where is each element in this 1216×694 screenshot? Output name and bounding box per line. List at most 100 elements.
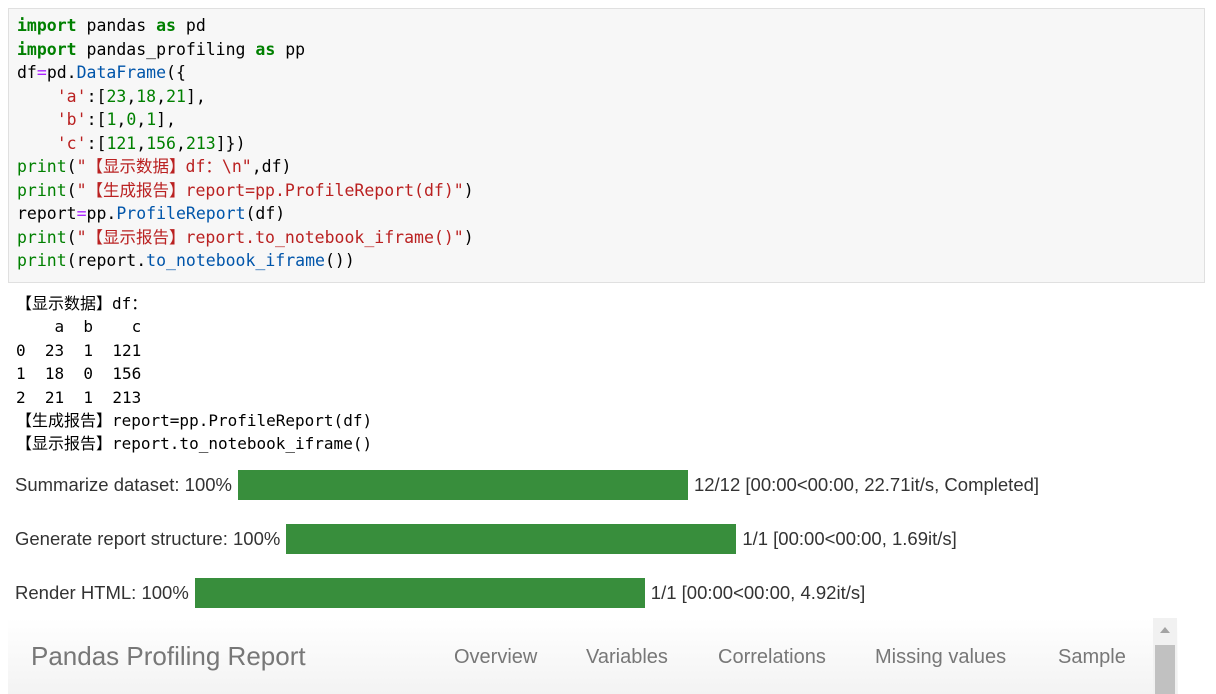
punctuation: , xyxy=(176,133,186,153)
punctuation: ( xyxy=(66,180,77,200)
builtin-function: print xyxy=(17,180,67,200)
punctuation: :[ xyxy=(86,110,107,129)
code-line: 'b':[1,0,1], xyxy=(17,108,1204,132)
punctuation: ({ xyxy=(166,63,186,82)
nav-variables[interactable]: Variables xyxy=(586,646,668,669)
progress-render: Render HTML: 100% 1/1 [00:00<00:00, 4.92… xyxy=(15,578,865,608)
code-line: 'a':[23,18,21], xyxy=(17,85,1204,109)
number: 121 xyxy=(106,133,137,153)
function-name: to_notebook_iframe xyxy=(146,251,325,270)
code-line: import pandas_profiling as pp xyxy=(17,38,1204,62)
punctuation: ], xyxy=(185,86,206,106)
progress-status: 1/1 [00:00<00:00, 4.92it/s] xyxy=(650,582,866,603)
output-line: 1 18 0 156 xyxy=(16,364,142,384)
progress-label: Summarize dataset: 100% xyxy=(15,474,232,495)
punctuation: ) xyxy=(463,227,474,247)
output-line: 【显示报告】report.to_notebook_iframe() xyxy=(16,434,373,454)
nav-missing-values[interactable]: Missing values xyxy=(875,646,1006,669)
keyword: as xyxy=(156,16,176,35)
code-line: print(report.to_notebook_iframe()) xyxy=(17,249,1204,273)
iframe-scrollbar[interactable] xyxy=(1153,618,1177,694)
code-cell[interactable]: import pandas as pd import pandas_profil… xyxy=(8,8,1205,283)
punctuation: ], xyxy=(156,110,176,129)
number: 23 xyxy=(106,86,127,106)
code-line: df=pd.DataFrame({ xyxy=(17,61,1204,85)
alias: pp xyxy=(275,39,306,59)
builtin-function: print xyxy=(17,157,67,176)
progress-label: Render HTML: 100% xyxy=(15,582,189,603)
progress-summarize: Summarize dataset: 100% 12/12 [00:00<00:… xyxy=(15,470,1039,500)
progress-label: Generate report structure: 100% xyxy=(15,528,281,549)
report-iframe[interactable]: Pandas Profiling Report Overview Variabl… xyxy=(8,618,1178,694)
number: 1 xyxy=(106,110,117,129)
builtin-function: print xyxy=(17,251,67,270)
punctuation: ()) xyxy=(324,251,355,270)
nav-overview[interactable]: Overview xyxy=(454,646,537,669)
progress-bar xyxy=(286,524,737,554)
progress-bar-fill xyxy=(286,524,737,554)
punctuation: :[ xyxy=(86,133,107,153)
punctuation: ]}) xyxy=(215,133,246,153)
scroll-up-arrow[interactable] xyxy=(1153,618,1177,642)
number: 21 xyxy=(166,86,186,106)
progress-status: 1/1 [00:00<00:00, 1.69it/s] xyxy=(742,528,957,549)
output-line: 0 23 1 121 xyxy=(16,340,142,360)
code-line: print("【生成报告】report=pp.ProfileReport(df)… xyxy=(17,179,1204,203)
output-line: 2 21 1 213 xyxy=(16,387,142,407)
builtin-function: print xyxy=(17,227,67,247)
punctuation: , xyxy=(136,110,147,129)
progress-generate: Generate report structure: 100% 1/1 [00:… xyxy=(15,524,957,554)
punctuation: , xyxy=(126,86,137,106)
progress-status: 12/12 [00:00<00:00, 22.71it/s, Completed… xyxy=(693,474,1040,495)
module-name: pandas xyxy=(76,16,157,35)
punctuation: ,df) xyxy=(251,157,292,176)
number: 0 xyxy=(126,110,137,129)
output-line: 【显示数据】df： xyxy=(16,294,148,313)
number: 1 xyxy=(146,110,157,129)
alias: pd xyxy=(175,16,206,35)
keyword: import xyxy=(17,16,77,35)
punctuation: (df) xyxy=(245,204,286,223)
string-literal: "【生成报告】report=pp.ProfileReport(df)" xyxy=(76,180,464,200)
function-name: DataFrame xyxy=(76,63,167,82)
progress-bar-fill xyxy=(194,578,645,608)
punctuation: , xyxy=(116,110,127,129)
nav-correlations[interactable]: Correlations xyxy=(718,646,826,669)
scroll-thumb[interactable] xyxy=(1155,645,1175,694)
code-line: import pandas as pd xyxy=(17,14,1204,38)
operator: = xyxy=(76,204,87,223)
code-line: report=pp.ProfileReport(df) xyxy=(17,202,1204,226)
punctuation: :[ xyxy=(86,86,107,106)
module-name: pandas_profiling xyxy=(76,39,256,59)
punctuation: ( xyxy=(66,157,77,176)
punctuation: ( xyxy=(66,227,77,247)
keyword: as xyxy=(255,39,276,59)
code-line: 'c':[121,156,213]}) xyxy=(17,132,1204,156)
code-line: print("【显示报告】report.to_notebook_iframe()… xyxy=(17,226,1204,250)
output-line: a b c xyxy=(16,317,142,337)
report-title[interactable]: Pandas Profiling Report xyxy=(31,641,306,672)
number: 18 xyxy=(136,86,157,106)
identifier: df xyxy=(17,63,37,82)
identifier: pd. xyxy=(46,63,77,82)
nav-sample[interactable]: Sample xyxy=(1058,646,1126,669)
punctuation: , xyxy=(136,133,147,153)
number: 156 xyxy=(146,133,176,153)
code-line: print("【显示数据】df：\n",df) xyxy=(17,155,1204,179)
progress-bar xyxy=(194,578,645,608)
identifier: report xyxy=(17,204,77,223)
output-line: 【生成报告】report=pp.ProfileReport(df) xyxy=(16,410,373,430)
function-name: ProfileReport xyxy=(116,204,246,223)
punctuation: ) xyxy=(463,180,474,200)
punctuation: , xyxy=(156,86,167,106)
string-literal: "【显示数据】df：\n" xyxy=(76,157,252,176)
string-literal: 'c' xyxy=(56,133,87,153)
triangle-up-icon xyxy=(1160,627,1170,633)
string-literal: 'a' xyxy=(56,86,87,106)
punctuation: (report. xyxy=(66,251,147,270)
operator: = xyxy=(36,63,47,82)
number: 213 xyxy=(185,133,216,153)
string-literal: 'b' xyxy=(56,110,87,129)
